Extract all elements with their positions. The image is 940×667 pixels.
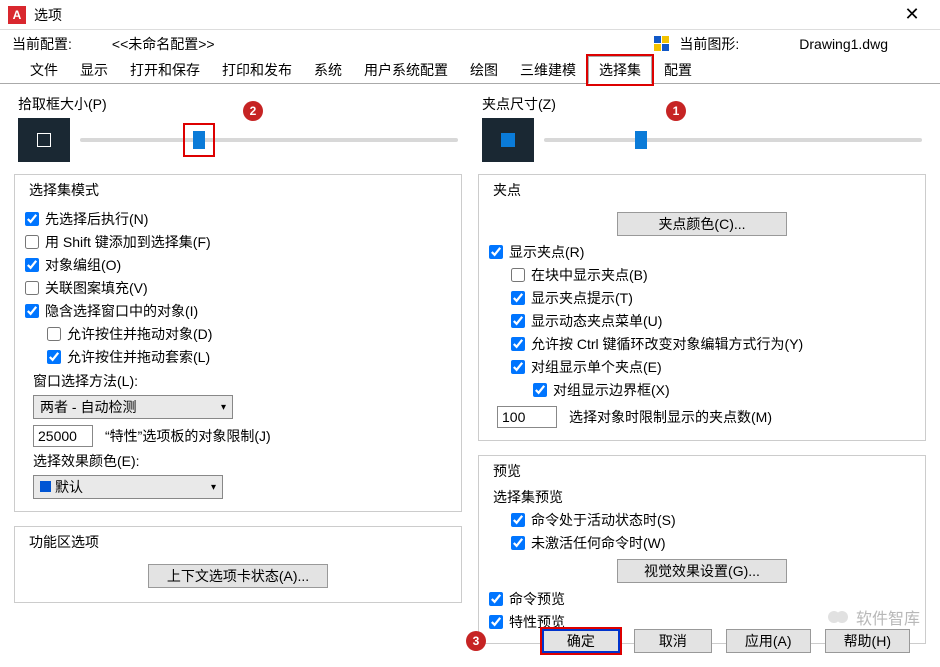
chk-gripblock[interactable]: 在块中显示夹点(B) (511, 265, 915, 285)
grips-title: 夹点 (489, 180, 525, 200)
drawing-label: 当前图形: (679, 34, 739, 54)
tabs: 文件 显示 打开和保存 打印和发布 系统 用户系统配置 绘图 三维建模 选择集 … (0, 58, 940, 84)
tab-userpref[interactable]: 用户系统配置 (354, 57, 458, 83)
tab-draft[interactable]: 绘图 (460, 57, 508, 83)
tab-selection[interactable]: 选择集 (588, 56, 652, 84)
winsel-label: 窗口选择方法(L): (33, 371, 451, 391)
chk-nounpick[interactable]: 先选择后执行(N) (25, 209, 451, 229)
pickbox-preview (18, 118, 70, 162)
drawing-value: Drawing1.dwg (799, 36, 888, 52)
grip-preview (482, 118, 534, 162)
chk-pv-idle[interactable]: 未激活任何命令时(W) (511, 533, 915, 553)
tab-system[interactable]: 系统 (304, 57, 352, 83)
tab-file[interactable]: 文件 (20, 57, 68, 83)
tab-plot[interactable]: 打印和发布 (212, 57, 302, 83)
griplimit-input[interactable]: 100 (497, 406, 557, 428)
preview-title: 预览 (489, 461, 525, 481)
preview-sub: 选择集预览 (493, 487, 915, 507)
pickbox-slider[interactable] (80, 131, 458, 149)
gripcolor-button[interactable]: 夹点颜色(C)... (617, 212, 787, 236)
profile-value: <<未命名配置>> (112, 34, 215, 54)
badge-1: 1 (666, 101, 686, 121)
chk-hatch[interactable]: 关联图案填充(V) (25, 278, 451, 298)
chk-gripmenu[interactable]: 显示动态夹点菜单(U) (511, 311, 915, 331)
close-button[interactable]: ✕ (892, 0, 932, 30)
ribbon-title: 功能区选项 (25, 532, 103, 552)
chk-implied[interactable]: 隐含选择窗口中的对象(I) (25, 301, 451, 321)
chk-ctrlcycle[interactable]: 允许按 Ctrl 键循环改变对象编辑方式行为(Y) (511, 334, 915, 354)
chk-groupgrip[interactable]: 对组显示单个夹点(E) (511, 357, 915, 377)
chk-groupbbox[interactable]: 对组显示边界框(X) (533, 380, 915, 400)
gripsize-title: 夹点尺寸(Z) (482, 94, 930, 114)
proplimit-label: “特性”选项板的对象限制(J) (105, 426, 271, 446)
chk-draglasso[interactable]: 允许按住并拖动套索(L) (47, 347, 451, 367)
chk-dragobj[interactable]: 允许按住并拖动对象(D) (47, 324, 451, 344)
ctxtab-button[interactable]: 上下文选项卡状态(A)... (148, 564, 328, 588)
chk-shiftadd[interactable]: 用 Shift 键添加到选择集(F) (25, 232, 451, 252)
grip-slider[interactable] (544, 131, 922, 149)
effcolor-select[interactable]: 默认▾ (33, 475, 223, 499)
profile-label: 当前配置: (12, 34, 72, 54)
chk-pv-active[interactable]: 命令处于活动状态时(S) (511, 510, 915, 530)
effcolor-label: 选择效果颜色(E): (33, 451, 451, 471)
chk-showgrips[interactable]: 显示夹点(R) (489, 242, 915, 262)
app-icon: A (8, 6, 26, 24)
drawing-icon (653, 35, 671, 53)
pickbox-title: 拾取框大小(P) (18, 94, 466, 114)
badge-3: 3 (466, 631, 486, 651)
badge-2: 2 (243, 101, 263, 121)
griplimit-label: 选择对象时限制显示的夹点数(M) (569, 407, 772, 427)
tab-display[interactable]: 显示 (70, 57, 118, 83)
apply-button[interactable]: 应用(A) (726, 629, 811, 653)
chk-group[interactable]: 对象编组(O) (25, 255, 451, 275)
cancel-button[interactable]: 取消 (634, 629, 712, 653)
tab-opensave[interactable]: 打开和保存 (120, 57, 210, 83)
window-title: 选项 (34, 5, 892, 25)
ok-button[interactable]: 确定 (542, 629, 620, 653)
watermark: 软件智库 (826, 605, 920, 629)
winsel-select[interactable]: 两者 - 自动检测▾ (33, 395, 233, 419)
chk-griptips[interactable]: 显示夹点提示(T) (511, 288, 915, 308)
proplimit-input[interactable]: 25000 (33, 425, 93, 447)
tab-profiles[interactable]: 配置 (654, 57, 702, 83)
tab-3dmodel[interactable]: 三维建模 (510, 57, 586, 83)
help-button[interactable]: 帮助(H) (825, 629, 910, 653)
selmode-title: 选择集模式 (25, 180, 103, 200)
vfx-button[interactable]: 视觉效果设置(G)... (617, 559, 787, 583)
